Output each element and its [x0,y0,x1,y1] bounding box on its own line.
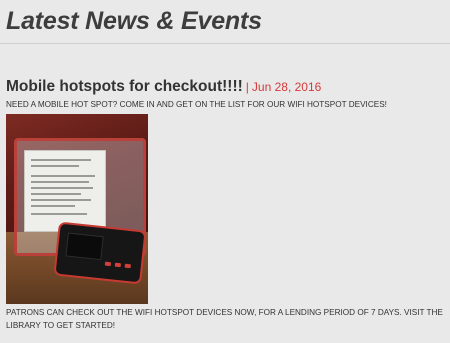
sign-line [31,213,87,215]
title-date-separator: | [245,80,249,94]
sign-line [31,175,95,177]
sign-line [31,205,75,207]
post-title-line: Mobile hotspots for checkout!!!! | Jun 28,… [6,76,450,97]
device-button [104,261,112,267]
header-divider [0,43,450,44]
photo-sign [24,150,106,232]
post-body: PATRONS CAN CHECK OUT THE WIFI HOTSPOT D… [6,308,443,330]
sign-line [31,193,81,195]
section-title: Latest News & Events [6,7,262,35]
post-title-link[interactable]: Mobile hotspots for checkout!!!! [6,78,243,95]
post-intro: NEED A MOBILE HOT SPOT? COME IN AND GET … [6,100,387,109]
sign-line [31,199,91,201]
sign-line [31,165,79,167]
hotspot-photo [6,114,148,304]
post-date: Jun 28, 2016 [251,80,322,94]
sign-line [31,187,93,189]
device-button [114,262,122,268]
device-screen [65,232,104,261]
news-post: Mobile hotspots for checkout!!!! | Jun 28,… [6,76,450,330]
device-button [124,263,131,269]
hotspot-device [53,221,147,285]
news-header: Latest News & Events [0,0,450,44]
sign-line [31,181,89,183]
sign-line [31,159,91,161]
